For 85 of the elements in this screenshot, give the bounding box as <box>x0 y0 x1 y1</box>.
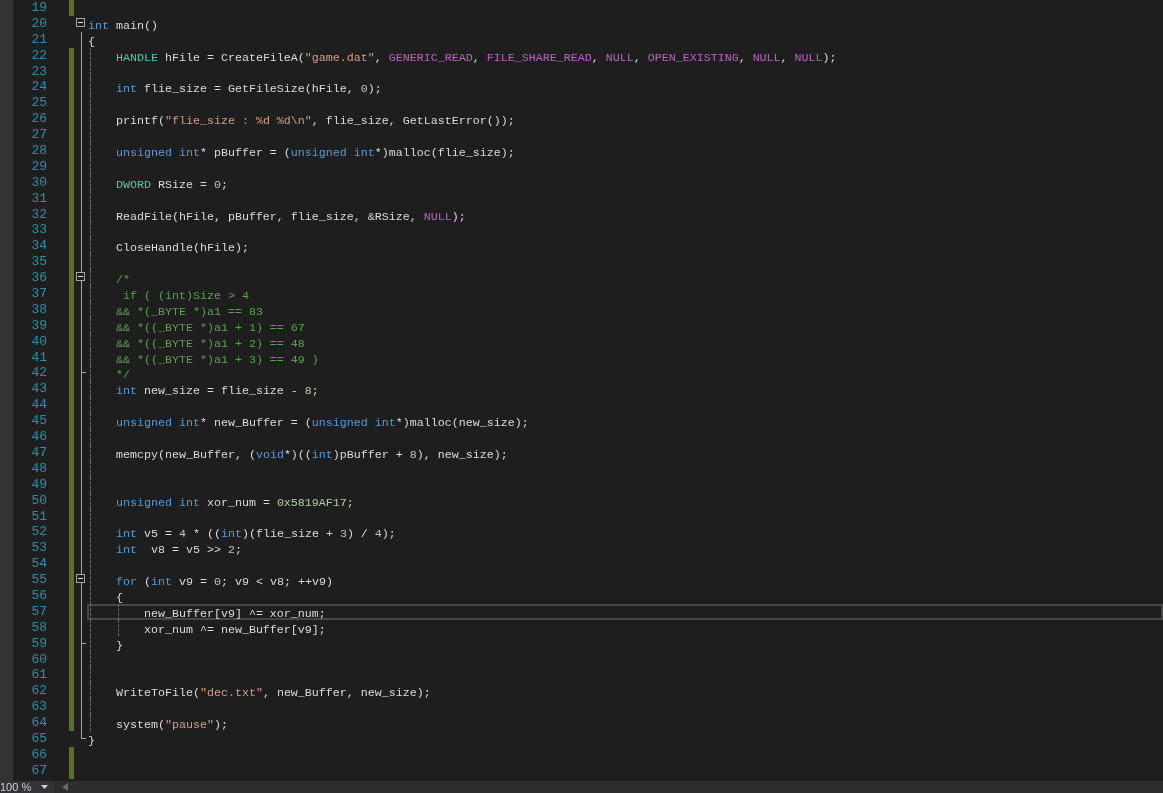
line-number: 38 <box>30 301 47 318</box>
code-line: int new_size = flie_size - 8; <box>114 384 319 399</box>
line-number: 51 <box>30 508 47 525</box>
line-number: 30 <box>30 174 47 191</box>
line-number: 67 <box>30 762 47 779</box>
line-number: 52 <box>30 524 47 541</box>
code-line: printf("flie_size : %d %d\n", flie_size, GetLastError()); <box>114 114 515 129</box>
line-number: 23 <box>30 63 47 80</box>
code-line: && *((_BYTE *)a1 + 1) == 67 <box>114 320 305 335</box>
line-number: 27 <box>30 127 47 143</box>
code-line: } <box>88 733 95 748</box>
code-line: xor_num ^= new_Buffer[v9]; <box>142 622 326 637</box>
code-line: if ( (int)Size > 4 <box>121 289 249 304</box>
code-line: DWORD RSize = 0; <box>114 177 228 192</box>
line-number: 29 <box>30 158 47 175</box>
code-line: HANDLE hFile = CreateFileA("game.dat", GENERIC_READ, FILE_SHARE_READ, NULL, OPEN_EXISTING, NULL, NULL); <box>114 50 837 65</box>
caret-icon <box>41 785 49 789</box>
line-number: 33 <box>30 222 47 239</box>
line-number: 64 <box>30 715 47 731</box>
line-number: 21 <box>30 31 47 48</box>
line-number: 66 <box>30 746 47 763</box>
line-number: 59 <box>30 635 47 652</box>
line-number: 63 <box>30 699 47 716</box>
line-number: 53 <box>30 540 47 557</box>
collapse-icon[interactable] <box>76 17 85 27</box>
code-line: unsigned int xor_num = 0x5819AF17; <box>114 495 354 510</box>
code-line: unsigned int* new_Buffer = (unsigned int*)malloc(new_size); <box>114 416 529 431</box>
line-number: 42 <box>30 365 47 382</box>
line-number: 39 <box>30 317 47 334</box>
line-number: 61 <box>30 667 47 684</box>
line-number: 35 <box>30 254 47 271</box>
code-line: && *((_BYTE *)a1 + 2) == 48 <box>114 336 305 351</box>
line-number: 26 <box>30 111 47 128</box>
code-line: { <box>88 34 95 49</box>
line-number: 47 <box>30 444 47 461</box>
line-number: 60 <box>30 651 47 668</box>
line-number: 65 <box>30 730 47 747</box>
code-line: ReadFile(hFile, pBuffer, flie_size, &RSize, NULL); <box>114 209 466 224</box>
line-number: 31 <box>30 190 47 207</box>
line-number: 45 <box>30 413 47 430</box>
line-number: 20 <box>30 15 47 32</box>
line-number: 24 <box>30 79 47 96</box>
line-number: 44 <box>30 397 47 414</box>
code-line: /* <box>114 273 130 288</box>
code-line: int v5 = 4 * ((int)(flie_size + 3) / 4); <box>114 527 396 542</box>
collapse-icon[interactable] <box>76 574 85 584</box>
line-number: 36 <box>30 270 47 287</box>
line-number: 55 <box>30 572 47 588</box>
line-number: 50 <box>30 492 47 509</box>
collapse-icon[interactable] <box>76 272 85 282</box>
code-line: } <box>114 638 123 653</box>
line-number: 25 <box>30 95 47 112</box>
line-number: 19 <box>30 0 47 16</box>
code-line: unsigned int* pBuffer = (unsigned int*)malloc(flie_size); <box>114 146 515 160</box>
line-number: 54 <box>30 556 47 573</box>
scroll-left-icon[interactable] <box>62 783 69 791</box>
code-line: int main() <box>88 18 158 33</box>
code-line: for (int v9 = 0; v9 < v8; ++v9) <box>114 575 333 590</box>
zoom-dropdown[interactable]: 100 % <box>0 781 55 793</box>
code-line: CloseHandle(hFile); <box>114 241 249 256</box>
line-number: 43 <box>30 381 47 398</box>
line-number: 28 <box>30 143 47 159</box>
line-number: 37 <box>30 286 47 302</box>
line-number: 32 <box>30 206 47 223</box>
line-number: 34 <box>30 238 47 255</box>
code-line: int v8 = v5 >> 2; <box>114 543 242 558</box>
line-number: 57 <box>30 603 47 620</box>
code-line: && *(_BYTE *)a1 == 83 <box>114 304 263 319</box>
code-line: memcpy(new_Buffer, (void*)((int)pBuffer + 8), new_size); <box>114 447 508 462</box>
line-number: 22 <box>30 47 47 64</box>
line-number: 62 <box>30 683 47 700</box>
code-line: { <box>114 590 123 605</box>
line-number: 40 <box>30 333 47 350</box>
line-number: 46 <box>30 429 47 445</box>
code-line: && *((_BYTE *)a1 + 3) == 49 ) <box>114 352 319 367</box>
line-number: 56 <box>30 587 47 604</box>
code-line: new_Buffer[v9] ^= xor_num; <box>142 606 326 621</box>
code-line: int flie_size = GetFileSize(hFile, 0); <box>114 82 382 97</box>
line-number: 49 <box>30 476 47 493</box>
code-line: WriteToFile("dec.txt", new_Buffer, new_size); <box>114 686 431 701</box>
line-number: 48 <box>30 460 47 477</box>
line-number: 41 <box>30 349 47 366</box>
code-line: system("pause"); <box>114 718 228 733</box>
code-line: */ <box>114 368 130 383</box>
line-number: 58 <box>30 619 47 636</box>
